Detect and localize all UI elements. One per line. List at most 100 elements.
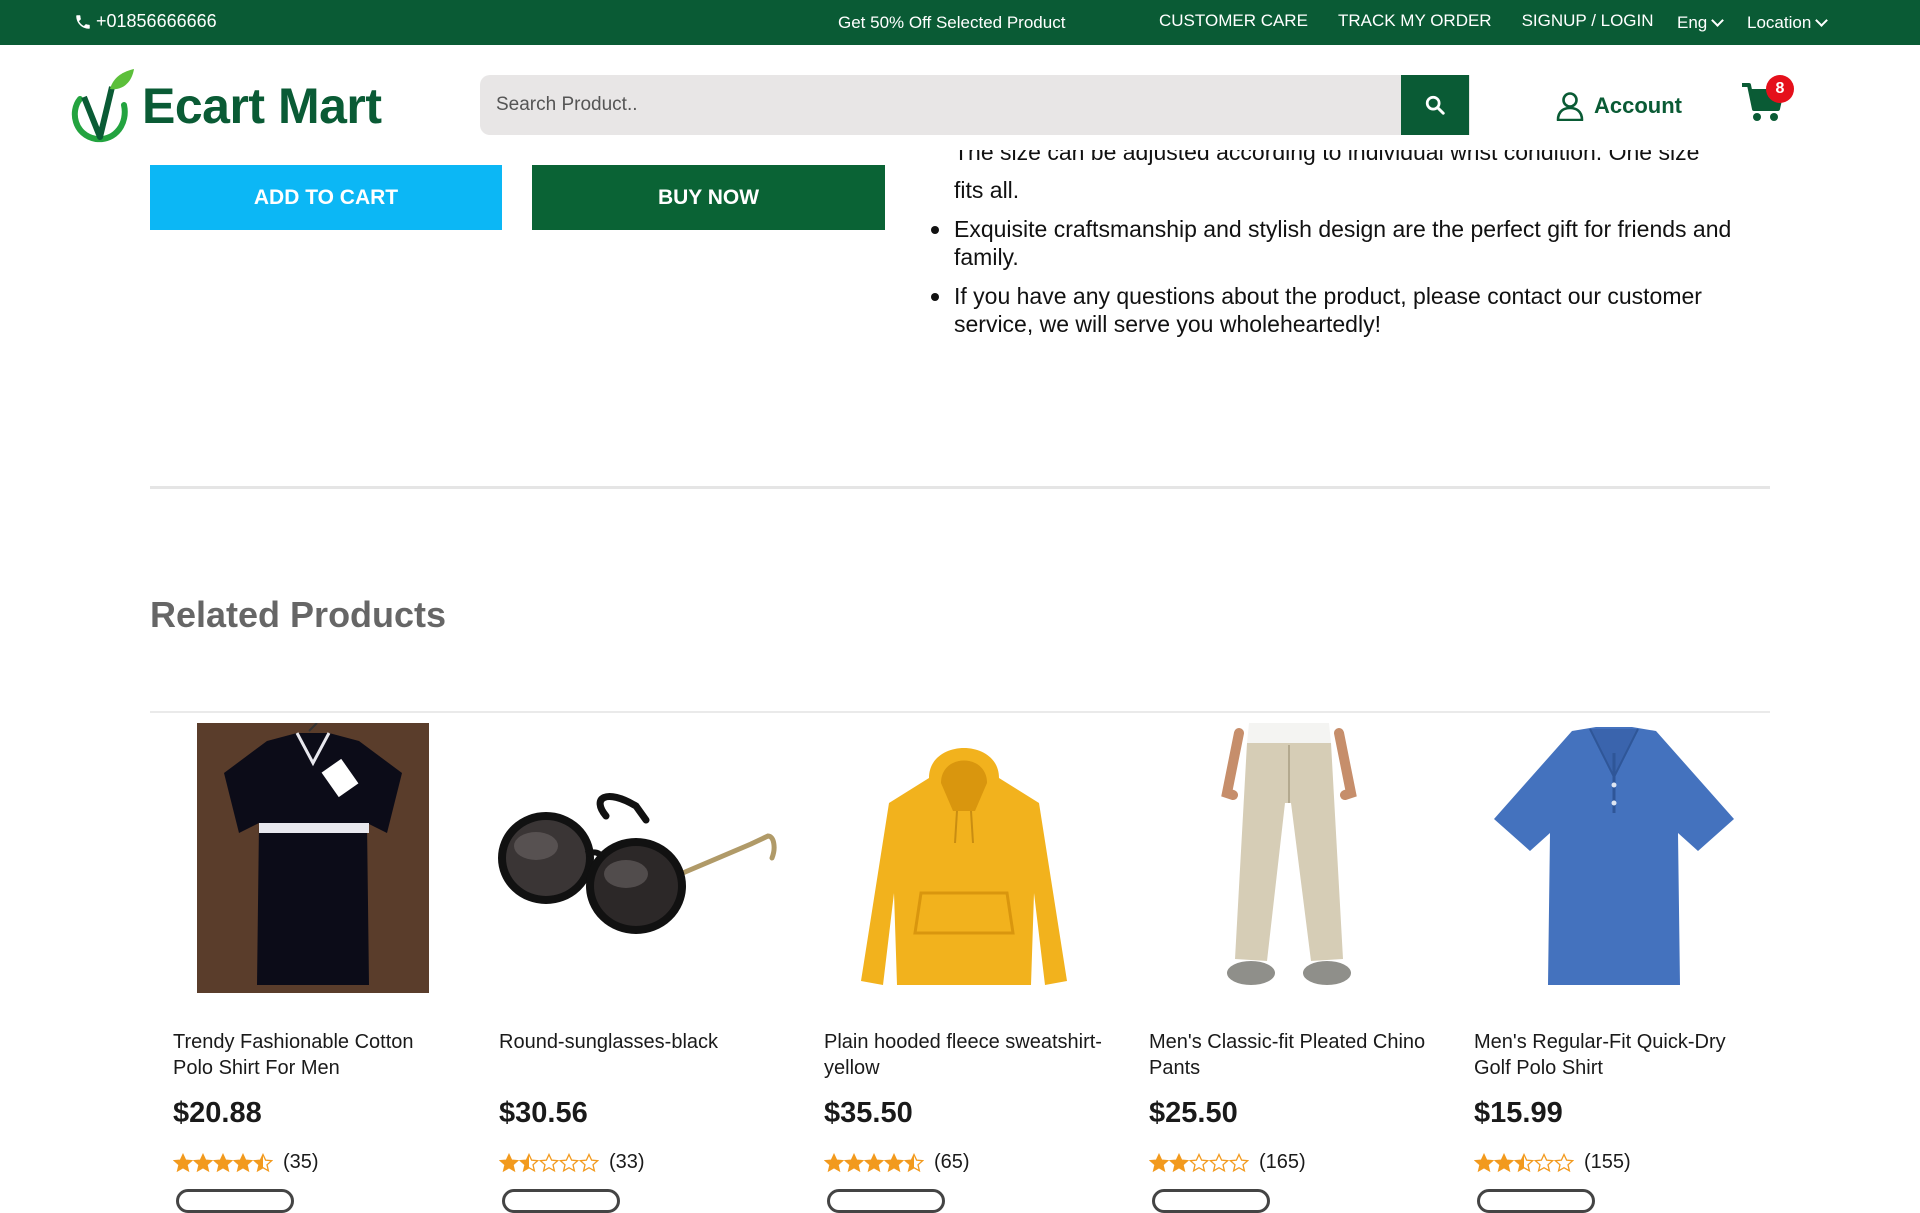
signup-login-link[interactable]: SIGNUP / LOGIN xyxy=(1522,11,1654,31)
product-rating: (65) xyxy=(824,1151,970,1174)
product-card[interactable]: Plain hooded fleece sweatshirt-yellow $3… xyxy=(801,714,1126,1213)
product-price: $35.50 xyxy=(824,1097,913,1129)
description-item: fits all. xyxy=(954,177,1020,203)
star-icon xyxy=(1554,1152,1574,1172)
description-cut-line: The size can be adjusted according to in… xyxy=(954,150,1744,174)
product-price: $30.56 xyxy=(499,1097,588,1129)
review-count: (33) xyxy=(609,1151,645,1173)
phone-text: +01856666666 xyxy=(96,11,217,31)
related-products-title: Related Products xyxy=(150,594,447,635)
chevron-down-icon xyxy=(1815,14,1829,27)
review-count: (165) xyxy=(1259,1151,1306,1173)
product-card[interactable]: Round-sunglasses-black $30.56 (33) xyxy=(476,714,801,1213)
card-button[interactable] xyxy=(1477,1189,1595,1213)
phone-number[interactable]: +01856666666 xyxy=(74,11,217,32)
chino-pants-image[interactable] xyxy=(1146,720,1431,995)
star-icon xyxy=(864,1152,884,1172)
review-count: (65) xyxy=(934,1151,970,1173)
star-rating xyxy=(499,1152,599,1173)
search-button[interactable] xyxy=(1401,75,1469,135)
star-icon xyxy=(844,1152,864,1172)
logo[interactable]: Ecart Mart xyxy=(66,67,382,145)
cart-button[interactable]: 8 xyxy=(1740,75,1794,128)
star-icon xyxy=(193,1152,213,1172)
star-icon xyxy=(1149,1152,1169,1172)
card-button[interactable] xyxy=(176,1189,294,1213)
product-rating: (33) xyxy=(499,1151,645,1174)
star-icon xyxy=(1474,1152,1494,1172)
star-icon xyxy=(1209,1152,1229,1172)
star-icon xyxy=(1169,1152,1189,1172)
customer-care-link[interactable]: CUSTOMER CARE xyxy=(1159,11,1308,31)
search-bar xyxy=(480,75,1470,135)
related-products-grid: Trendy Fashionable Cotton Polo Shirt For… xyxy=(150,714,1776,1213)
account-label: Account xyxy=(1594,93,1682,118)
location-label: Location xyxy=(1747,13,1812,32)
cart-count-badge: 8 xyxy=(1766,75,1794,103)
language-label: Eng xyxy=(1677,13,1708,32)
star-rating xyxy=(173,1152,273,1173)
logo-text: Ecart Mart xyxy=(142,78,382,134)
product-name[interactable]: Plain hooded fleece sweatshirt-yellow xyxy=(824,1029,1109,1081)
search-icon xyxy=(1425,95,1445,115)
sunglasses-image[interactable] xyxy=(496,720,781,995)
product-name[interactable]: Trendy Fashionable Cotton Polo Shirt For… xyxy=(173,1029,458,1081)
yellow-hoodie-image[interactable] xyxy=(821,720,1106,995)
product-price: $20.88 xyxy=(173,1097,262,1129)
review-count: (155) xyxy=(1584,1151,1631,1173)
product-card[interactable]: Men's Regular-Fit Quick-Dry Golf Polo Sh… xyxy=(1451,714,1776,1213)
buy-now-button[interactable]: BUY NOW xyxy=(532,165,885,230)
site-header: Ecart Mart Account 8 xyxy=(0,45,1920,165)
card-button[interactable] xyxy=(502,1189,620,1213)
star-icon xyxy=(173,1152,193,1172)
section-divider xyxy=(150,486,1770,489)
blue-polo-shirt-image[interactable] xyxy=(1471,720,1756,995)
product-name[interactable]: Men's Regular-Fit Quick-Dry Golf Polo Sh… xyxy=(1474,1029,1759,1081)
description-item: Exquisite craftsmanship and stylish desi… xyxy=(931,215,1744,271)
product-card[interactable]: Trendy Fashionable Cotton Polo Shirt For… xyxy=(150,714,475,1213)
product-rating: (155) xyxy=(1474,1151,1631,1174)
star-icon xyxy=(253,1152,273,1172)
card-button[interactable] xyxy=(1152,1189,1270,1213)
top-bar: +01856666666 Get 50% Off Selected Produc… xyxy=(0,0,1920,45)
review-count: (35) xyxy=(283,1151,319,1173)
star-icon xyxy=(1514,1152,1534,1172)
product-rating: (35) xyxy=(173,1151,319,1174)
star-rating xyxy=(1149,1152,1249,1173)
account-link[interactable]: Account xyxy=(1556,91,1682,121)
phone-icon xyxy=(76,14,90,29)
product-card[interactable]: Men's Classic-fit Pleated Chino Pants $2… xyxy=(1126,714,1451,1213)
star-icon xyxy=(539,1152,559,1172)
star-icon xyxy=(1534,1152,1554,1172)
leaf-logo-icon xyxy=(71,69,134,143)
black-polo-shirt-image[interactable] xyxy=(170,720,455,995)
star-icon xyxy=(1189,1152,1209,1172)
star-icon xyxy=(233,1152,253,1172)
chevron-down-icon xyxy=(1711,14,1725,27)
language-select[interactable]: Eng xyxy=(1677,13,1725,33)
star-icon xyxy=(824,1152,844,1172)
star-icon xyxy=(884,1152,904,1172)
product-name[interactable]: Round-sunglasses-black xyxy=(499,1029,784,1055)
card-button[interactable] xyxy=(827,1189,945,1213)
promo-text: Get 50% Off Selected Product xyxy=(838,13,1066,32)
star-icon xyxy=(559,1152,579,1172)
product-rating: (165) xyxy=(1149,1151,1306,1174)
top-links: CUSTOMER CARE TRACK MY ORDER SIGNUP / LO… xyxy=(1159,11,1654,31)
star-icon xyxy=(519,1152,539,1172)
star-rating xyxy=(824,1152,924,1173)
description-item: If you have any questions about the prod… xyxy=(931,282,1744,338)
star-icon xyxy=(1229,1152,1249,1172)
user-icon xyxy=(1556,92,1584,121)
product-name[interactable]: Men's Classic-fit Pleated Chino Pants xyxy=(1149,1029,1434,1081)
star-icon xyxy=(213,1152,233,1172)
related-divider xyxy=(150,711,1770,713)
location-select[interactable]: Location xyxy=(1747,13,1829,33)
product-price: $15.99 xyxy=(1474,1097,1563,1129)
star-icon xyxy=(579,1152,599,1172)
add-to-cart-button[interactable]: ADD TO CART xyxy=(150,165,502,230)
track-order-link[interactable]: TRACK MY ORDER xyxy=(1338,11,1492,31)
search-input[interactable] xyxy=(480,75,1398,135)
star-rating xyxy=(1474,1152,1574,1173)
star-icon xyxy=(499,1152,519,1172)
